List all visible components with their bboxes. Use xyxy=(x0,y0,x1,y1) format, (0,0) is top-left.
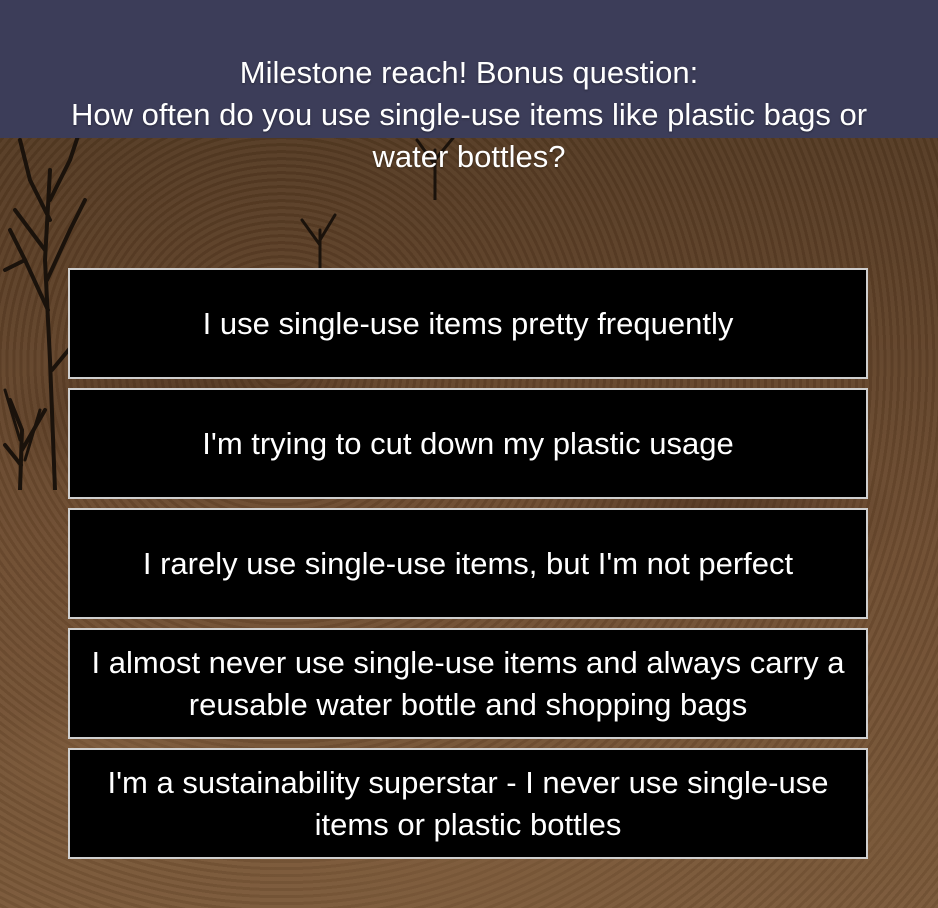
answer-option-4[interactable]: I almost never use single-use items and … xyxy=(68,628,868,739)
answer-options: I use single-use items pretty frequently… xyxy=(68,268,868,868)
answer-option-2[interactable]: I'm trying to cut down my plastic usage xyxy=(68,388,868,499)
answer-option-5[interactable]: I'm a sustainability superstar - I never… xyxy=(68,748,868,859)
answer-option-1[interactable]: I use single-use items pretty frequently xyxy=(68,268,868,379)
bonus-question-text: Milestone reach! Bonus question: How oft… xyxy=(70,55,868,174)
answer-option-3[interactable]: I rarely use single-use items, but I'm n… xyxy=(68,508,868,619)
